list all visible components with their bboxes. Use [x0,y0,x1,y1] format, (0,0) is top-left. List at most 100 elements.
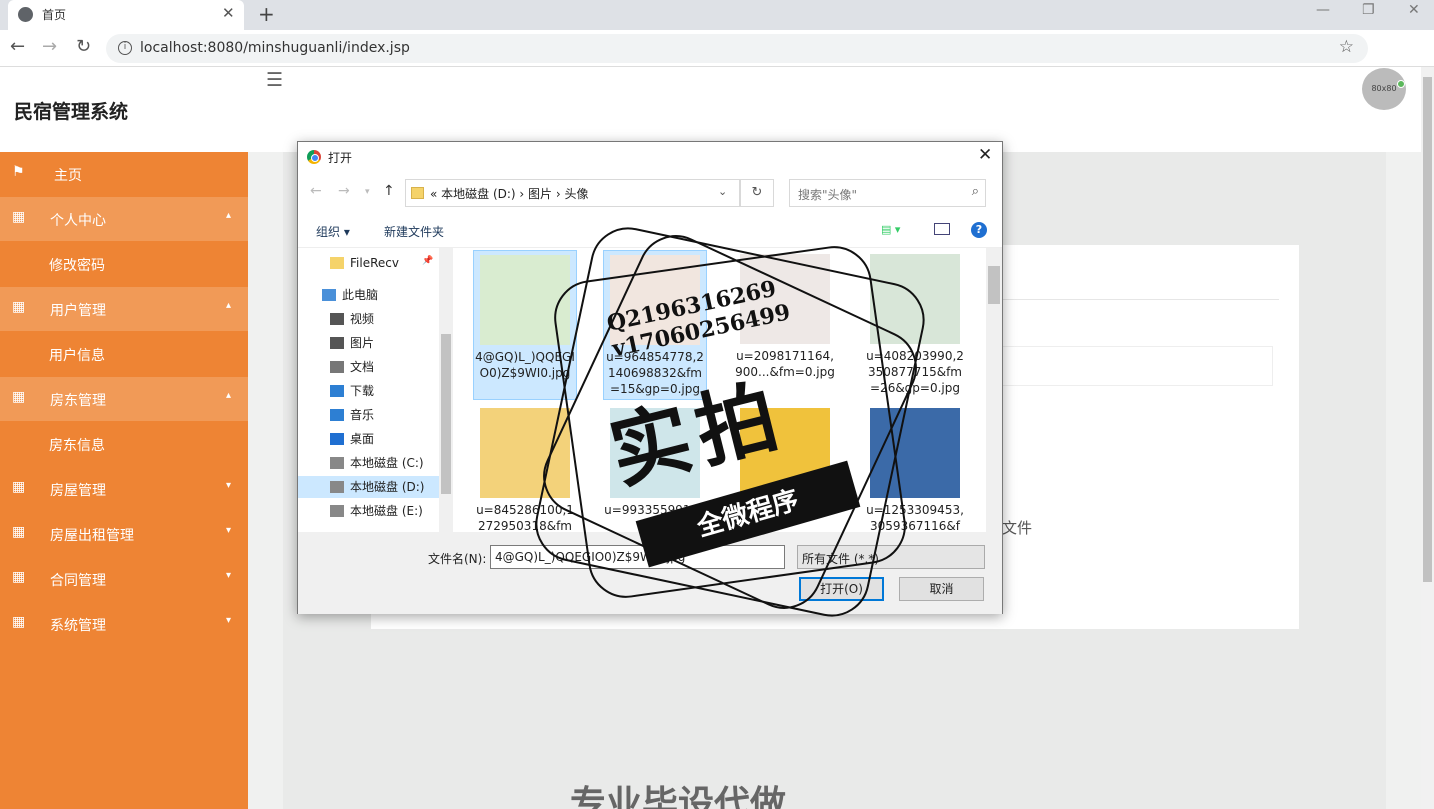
back-arrow-icon[interactable]: ← [310,183,322,199]
url-bar[interactable]: i localhost:8080/minshuguanli/index.jsp … [106,34,1368,63]
tree-item[interactable]: 下载 [330,380,374,402]
page-scrollbar[interactable] [1421,67,1434,809]
reload-icon[interactable]: ↻ [76,36,91,57]
new-folder-button[interactable]: 新建文件夹 [384,223,444,240]
search-icon[interactable]: ⌕ [972,184,979,199]
tree-item[interactable]: 音乐 [330,404,374,426]
tree-item[interactable]: 本地磁盘 (C:) [330,452,424,474]
sidebar-item[interactable]: ▦ 个人中心 ▴ [0,197,248,241]
sidebar-item[interactable]: ▦ 房屋出租管理 ▾ [0,512,248,556]
recent-dropdown-icon[interactable]: ▾ [365,187,370,197]
caret-up-icon: ▴ [226,300,232,311]
tree-item[interactable]: 文档 [330,356,374,378]
sidebar-item-label: 用户管理 [50,303,106,319]
sidebar-item-label: 房屋管理 [50,483,106,499]
file-item[interactable]: u=1253309453,3059367116&f [863,404,967,532]
chrome-icon [307,150,321,164]
caret-down-icon: ▾ [226,480,232,491]
path-text: « 本地磁盘 (D:) › 图片 › 头像 [430,187,589,201]
tree-scrollbar-thumb[interactable] [441,334,451,494]
grid-icon: ▦ [12,389,26,405]
info-icon[interactable]: i [118,41,132,55]
hamburger-menu-icon[interactable]: ☰ [266,69,283,91]
file-scrollbar[interactable] [986,248,1002,532]
tree-item[interactable]: 图片 [330,332,374,354]
tree-item[interactable]: 本地磁盘 (D:) [298,476,439,498]
open-button[interactable]: 打开(O) [799,577,884,601]
tree-item[interactable]: 视频 [330,308,374,330]
tree-item-label: 视频 [350,312,375,326]
help-icon[interactable]: ? [971,222,987,238]
file-item[interactable]: u=99335599199 [603,404,707,532]
sidebar-item[interactable]: 修改密码 [0,242,248,286]
file-scrollbar-thumb[interactable] [988,266,1000,304]
grid-icon: ▦ [12,209,26,225]
file-item[interactable]: 4@GQ)L_)QQEGIO0)Z$9WI0.jpg [473,250,577,400]
grid-icon: ▦ [12,524,26,540]
sidebar-item[interactable]: ▦ 系统管理 ▾ [0,602,248,646]
refresh-icon[interactable]: ↻ [740,179,774,207]
dialog-nav-bar: ← → ▾ ↑ « 本地磁盘 (D:) › 图片 › 头像 ⌄ ↻ 搜索"头像"… [298,172,1002,212]
dialog-close-icon[interactable]: ✕ [978,145,992,165]
file-name: u=99335599199 [604,503,706,517]
sidebar-item[interactable]: 房东信息 [0,422,248,466]
url-text: localhost:8080/minshuguanli/index.jsp [140,40,410,56]
file-item[interactable]: u=2098171164,900...&fm=0.jpg [733,250,837,400]
file-item[interactable]: u=408203990,2350877715&fm=26&gp=0.jpg [863,250,967,400]
tree-item[interactable]: 本地磁盘 (E:) [330,500,423,522]
folder-icon [330,257,344,269]
tree-item[interactable]: FileRecv [330,252,399,274]
preview-pane-icon[interactable] [934,223,950,235]
avatar[interactable]: 80x80 [1362,68,1406,110]
grid-icon: ▦ [12,299,26,315]
search-placeholder: 搜索"头像" [798,188,858,202]
filename-input[interactable]: 4@GQ)L_)QQEGIO0)Z$9WI0.jpg [490,545,785,569]
file-name: u=1253309453,3059367116&f [866,503,964,532]
page-scrollbar-thumb[interactable] [1423,77,1432,582]
browser-tab[interactable]: 首页 ✕ [8,0,244,30]
app-header: 民宿管理系统 ☰ 80x80 [0,67,1421,152]
forward-arrow-icon[interactable]: → [338,183,350,199]
bookmark-star-icon[interactable]: ☆ [1339,37,1354,57]
tree-item-label: 本地磁盘 (E:) [350,504,423,518]
path-breadcrumb[interactable]: « 本地磁盘 (D:) › 图片 › 头像 ⌄ [405,179,740,207]
tab-close-icon[interactable]: ✕ [222,4,235,22]
up-arrow-icon[interactable]: ↑ [383,183,395,199]
image-thumbnail [870,254,960,344]
forward-icon[interactable]: → [42,36,57,57]
restore-button[interactable]: ❐ [1362,2,1375,18]
file-item[interactable]: u=...97086&f [733,404,837,532]
tree-item[interactable]: 桌面 [330,428,374,450]
filetype-select[interactable]: 所有文件 (*.*) [797,545,985,569]
tree-scrollbar[interactable] [439,248,453,532]
file-item[interactable]: u=964854778,2140698832&fm=15&gp=0.jpg [603,250,707,400]
back-icon[interactable]: ← [10,36,25,57]
file-item[interactable]: u=845286100,1272950318&fm [473,404,577,532]
file-name: u=964854778,2140698832&fm=15&gp=0.jpg [606,350,704,396]
cancel-button[interactable]: 取消 [899,577,984,601]
sidebar-item[interactable]: ▦ 用户管理 ▴ [0,287,248,331]
new-tab-button[interactable]: + [258,2,275,26]
sidebar-item-label: 房东管理 [50,393,106,409]
file-label-text: 文件 [1002,519,1033,537]
minimize-button[interactable]: — [1316,2,1330,18]
sidebar-item[interactable]: ▦ 合同管理 ▾ [0,557,248,601]
image-thumbnail [740,254,830,344]
sidebar-item[interactable]: ▦ 房屋管理 ▾ [0,467,248,511]
organize-menu[interactable]: 组织 ▾ [316,223,350,240]
sidebar-item[interactable]: ⚑ 主页 [0,152,248,196]
image-thumbnail [480,408,570,498]
folder-search-input[interactable]: 搜索"头像" ⌕ [789,179,986,207]
sidebar-item[interactable]: 用户信息 [0,332,248,376]
drive-icon [330,505,344,517]
sidebar-item[interactable]: ▦ 房东管理 ▴ [0,377,248,421]
bottom-overlay-text: 专业毕设代做 [570,784,787,809]
document-icon [330,361,344,373]
navigation-tree: FileRecv 此电脑视频图片 文档 下载 音乐 桌面 本地磁盘 (C:) 本地磁盘 (D:… [298,248,454,532]
pin-icon[interactable]: 📌 [422,256,433,266]
chevron-down-icon[interactable]: ⌄ [718,185,727,198]
dialog-titlebar: 打开 ✕ [298,142,1002,172]
window-close-button[interactable]: ✕ [1408,2,1420,18]
view-options-icon[interactable]: ▤ ▾ [881,223,900,236]
tree-item[interactable]: 此电脑 [322,284,378,306]
